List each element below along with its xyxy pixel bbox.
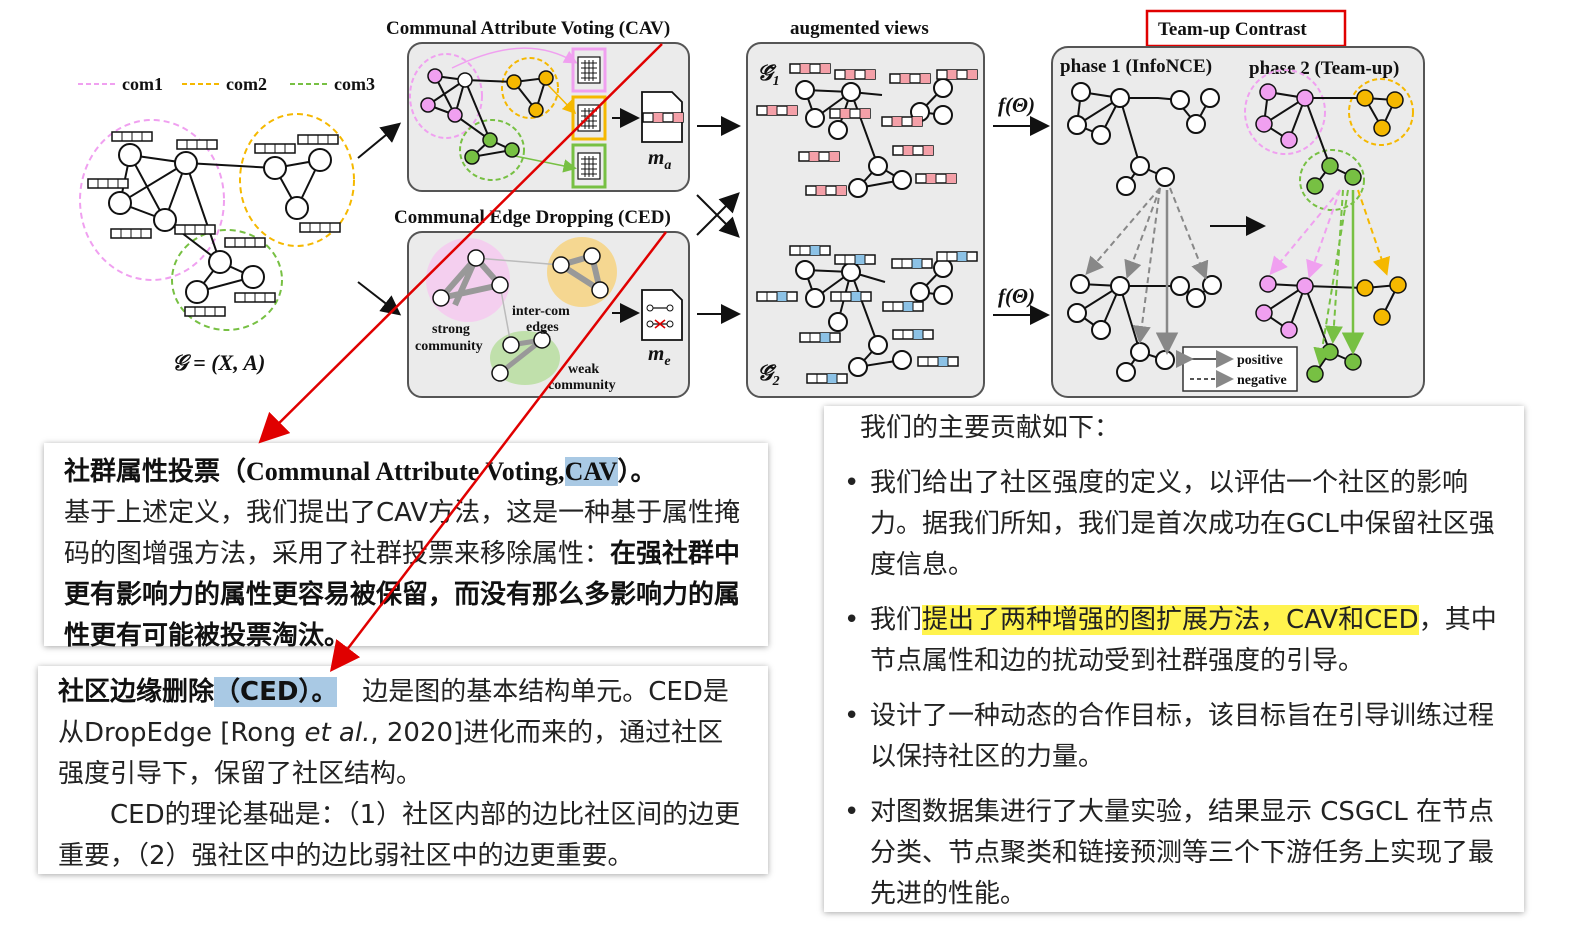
- ced-card-body-2: CED的理论基础是：（1）社区内部的边比社区间的边更重要，（2）强社区中的边比弱…: [58, 800, 741, 871]
- ced-edges-label: edges: [526, 320, 559, 335]
- graph-label: 𝒢 = (X, A): [172, 350, 265, 375]
- cav-title: Communal Attribute Voting (CAV): [386, 18, 670, 39]
- ced-strong-community-label: community: [415, 339, 483, 354]
- ced-strong-label: strong: [432, 322, 470, 337]
- encoder-label-1: f(Θ): [998, 93, 1035, 117]
- teamup-panel: Team-up Contrast phase 1 (InfoNCE) phase…: [1051, 9, 1425, 398]
- ced-title: Communal Edge Dropping (CED): [394, 207, 671, 228]
- cav-panel: Communal Attribute Voting (CAV) ma: [386, 18, 690, 192]
- views-title: augmented views: [790, 18, 929, 39]
- legend-negative: negative: [1237, 373, 1287, 388]
- community-legend: com1 com2 com3: [78, 74, 375, 94]
- cav-card-title-zh: 社群属性投票（: [64, 457, 247, 487]
- contrib-item-3: 设计了一种动态的合作目标，该目标旨在引导训练过程以保持社区的力量。: [836, 696, 1500, 778]
- input-graph: 𝒢 = (X, A): [79, 113, 355, 375]
- legend-com2: com2: [226, 74, 267, 94]
- cav-card: 社群属性投票（Communal Attribute Voting,CAV）。 基…: [44, 443, 768, 651]
- legend-com1: com1: [122, 74, 163, 94]
- ced-card-title-zh: 社区边缘删除: [58, 677, 215, 707]
- ced-card-title-abbr: （CED）。: [214, 677, 338, 707]
- augmented-views-panel: augmented views 𝒢̃1 𝒢̃2: [746, 18, 985, 398]
- contrib-item-2-highlight: 提出了两种增强的图扩展方法，CAV和CED: [922, 605, 1419, 635]
- contrib-item-1: 我们给出了社区强度的定义，以评估一个社区的影响力。据我们所知，我们是首次成功在G…: [836, 463, 1500, 586]
- encoder-label-2: f(Θ): [998, 284, 1035, 308]
- legend-com3: com3: [334, 74, 375, 94]
- cav-card-title-abbr: CAV: [564, 457, 618, 486]
- cav-card-title-end: ）。: [617, 457, 657, 487]
- legend-positive: positive: [1237, 353, 1283, 368]
- cav-card-title-en: Communal Attribute Voting,: [246, 457, 565, 486]
- phase1-title: phase 1 (InfoNCE): [1060, 56, 1212, 77]
- contributions-card: 我们的主要贡献如下： 我们给出了社区强度的定义，以评估一个社区的影响力。据我们所…: [824, 406, 1524, 912]
- contrib-heading: 我们的主要贡献如下：: [860, 413, 1121, 443]
- phase2-title: phase 2 (Team-up): [1249, 58, 1399, 79]
- contrib-item-2-pre: 我们: [870, 605, 923, 635]
- ced-panel: Communal Edge Dropping (CED) strong comm…: [394, 207, 690, 398]
- ced-card-body-etal: et al.: [304, 718, 371, 748]
- ced-inter-label: inter-com: [512, 304, 570, 319]
- teamup-title: Team-up Contrast: [1158, 19, 1307, 40]
- ced-card: 社区边缘删除（CED）。 边是图的基本结构单元。CED是从DropEdge [R…: [38, 666, 768, 874]
- ced-weak-label: weak: [568, 362, 599, 377]
- contrib-item-2: 我们提出了两种增强的图扩展方法，CAV和CED，其中节点属性和边的扰动受到社群强…: [836, 600, 1500, 682]
- ced-weak-community-label: community: [548, 378, 616, 393]
- contrib-item-4: 对图数据集进行了大量实验，结果显示 CSGCL 在节点分类、节点聚类和链接预测等…: [836, 792, 1500, 915]
